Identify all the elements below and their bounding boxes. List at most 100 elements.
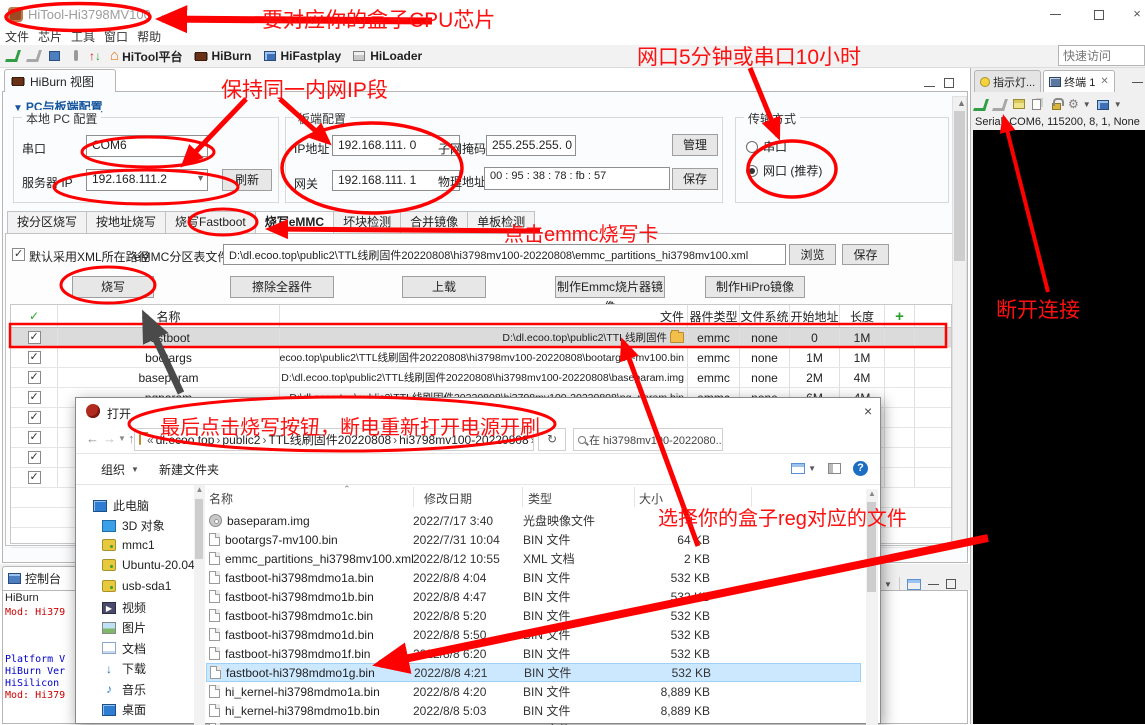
serial-port-select[interactable]: COM6▼ (86, 135, 208, 157)
sidebar-item-此电脑[interactable]: 此电脑 (93, 497, 149, 514)
tab-烧写Fastboot[interactable]: 烧写Fastboot (166, 211, 256, 234)
minimize-button[interactable] (1042, 4, 1068, 24)
mask-input[interactable]: 255.255.255. 0 (486, 135, 576, 156)
sidebar-item-音乐[interactable]: ♪音乐 (102, 681, 146, 698)
row-checkbox[interactable] (28, 391, 41, 404)
preview-pane-icon[interactable] (828, 463, 841, 474)
make-emmc-image-button[interactable]: 制作Emmc烧片器镜像 (555, 276, 665, 298)
console-menu-caret-icon[interactable]: ▼ (884, 580, 892, 589)
table-row[interactable]: baseparamD:\dl.ecoo.top\public2\TTL线刷固件2… (11, 368, 951, 388)
breadcrumb-item-0[interactable]: dl.ecoo.top (156, 433, 215, 447)
sidebar-item-文档[interactable]: 文档 (102, 640, 146, 657)
radio-serial[interactable]: 串口 (746, 138, 787, 155)
table-row[interactable]: fastbootD:\dl.ecoo.top\public2\TTL线刷固件em… (11, 328, 951, 348)
connect-icon[interactable] (5, 48, 21, 64)
close-button[interactable]: × (1124, 4, 1145, 24)
breadcrumb-item-3[interactable]: hi3798mv100-20220808 (399, 433, 528, 447)
upload-button[interactable]: 上载 (402, 276, 486, 298)
breadcrumb-item-2[interactable]: TTL线刷固件20220808 (268, 433, 391, 447)
burn-button[interactable]: 烧写 (72, 276, 154, 298)
make-hipro-image-button[interactable]: 制作HiPro镜像 (705, 276, 805, 298)
column-name[interactable]: 名称 (209, 490, 233, 507)
server-ip-select[interactable]: 192.168.111.2▼ (86, 169, 208, 191)
console-minimize-icon[interactable] (928, 584, 939, 585)
sidebar-item-桌面[interactable]: 桌面 (102, 701, 146, 718)
tab-烧写eMMC[interactable]: 烧写eMMC (256, 211, 334, 234)
file-row[interactable]: fastboot-hi3798mdmo1b.bin2022/8/8 4:47BI… (206, 587, 861, 606)
dialog-close-icon[interactable]: × (864, 403, 872, 419)
terminal-disconnect-icon[interactable] (992, 97, 1007, 112)
terminal-settings-icon[interactable]: ⚙ (1068, 97, 1079, 111)
board-save-button[interactable]: 保存 (672, 168, 718, 190)
row-checkbox[interactable] (28, 331, 41, 344)
radio-network[interactable]: 网口 (推荐) (746, 162, 822, 179)
mac-input[interactable]: 00 : 95 : 38 : 78 : fb : 57 (484, 167, 670, 190)
column-size[interactable]: 大小 (639, 490, 663, 507)
sidebar-item-下载[interactable]: ↓下载 (102, 660, 146, 677)
row-checkbox[interactable] (28, 371, 41, 384)
terminal-screen[interactable] (973, 130, 1145, 724)
tab-按地址烧写[interactable]: 按地址烧写 (87, 211, 166, 234)
toolbar-app-3[interactable]: HiLoader (351, 48, 422, 64)
table-row[interactable]: bootargsD:\dl.ecoo.top\public2\TTL线刷固件20… (11, 348, 951, 368)
back-icon[interactable]: ← (86, 431, 99, 446)
file-row[interactable]: hi_kernel-hi3798mdmo1a.bin2022/8/8 4:20B… (206, 682, 861, 701)
console-maximize-icon[interactable] (946, 579, 956, 589)
sidebar-item-mmc1[interactable]: mmc1 (102, 538, 155, 552)
terminal-properties-icon[interactable] (1011, 97, 1026, 112)
address-bar[interactable]: «dl.ecoo.top›public2›TTL线刷固件20220808›hi3… (134, 428, 534, 451)
refresh-button[interactable]: 刷新 (222, 169, 272, 191)
tab-按分区烧写[interactable]: 按分区烧写 (7, 211, 87, 234)
sidebar-item-视频[interactable]: ▶视频 (102, 599, 146, 616)
disconnect-icon[interactable] (26, 48, 42, 64)
file-list-scrollbar[interactable]: ▲ (866, 489, 878, 725)
package-icon[interactable] (47, 48, 63, 64)
tab-console[interactable]: 控制台 (2, 566, 80, 590)
menu-item-4[interactable]: 帮助 (137, 28, 161, 45)
new-terminal-icon[interactable] (1095, 97, 1110, 112)
dialog-search-box[interactable]: 在 hi3798mv100-2022080... (573, 428, 723, 451)
panel-minimize-icon[interactable] (1132, 70, 1145, 82)
file-row[interactable]: bootargs7-mv100.bin2022/7/31 10:04BIN 文件… (206, 530, 861, 549)
view-maximize-icon[interactable] (944, 74, 958, 86)
toolbar-app-1[interactable]: HiBurn (193, 48, 252, 64)
partition-table-path-input[interactable]: D:\dl.ecoo.top\public2\TTL线刷固件20220808\h… (223, 244, 786, 265)
file-row[interactable]: hi_kernel-hi3798mdmo1c.bin2022/8/8 5:27B… (206, 720, 861, 725)
file-row[interactable]: baseparam.img2022/7/17 3:40光盘映像文件 (206, 511, 861, 530)
toolbar-app-2[interactable]: HiFastplay (262, 48, 342, 64)
menu-item-0[interactable]: 文件 (5, 28, 29, 45)
file-row[interactable]: fastboot-hi3798mdmo1f.bin2022/8/8 6:20BI… (206, 644, 861, 663)
sidebar-item-图片[interactable]: 图片 (102, 619, 146, 636)
view-minimize-icon[interactable] (924, 74, 938, 86)
vertical-scrollbar[interactable]: ▲ (952, 96, 967, 546)
tab-indicator-lights[interactable]: 指示灯... (974, 70, 1041, 92)
menu-item-1[interactable]: 芯片 (38, 28, 62, 45)
terminal-tab-close-icon[interactable]: ✕ (1100, 76, 1108, 87)
xml-save-button[interactable]: 保存 (842, 244, 889, 265)
console-open-view-icon[interactable] (907, 579, 921, 590)
tab-合并镜像[interactable]: 合并镜像 (401, 211, 468, 234)
terminal-scroll-lock-icon[interactable] (1049, 97, 1064, 112)
refresh-icon[interactable]: ↻ (538, 428, 566, 451)
file-row[interactable]: fastboot-hi3798mdmo1c.bin2022/8/8 5:20BI… (206, 606, 861, 625)
row-checkbox[interactable] (28, 471, 41, 484)
row-checkbox[interactable] (28, 411, 41, 424)
file-row[interactable]: hi_kernel-hi3798mdmo1b.bin2022/8/8 5:03B… (206, 701, 861, 720)
toolbar-app-0[interactable]: ⌂HiTool平台 (110, 48, 183, 65)
forward-icon[interactable]: → (103, 431, 116, 446)
file-row[interactable]: fastboot-hi3798mdmo1d.bin2022/8/8 5:50BI… (206, 625, 861, 644)
row-checkbox[interactable] (28, 451, 41, 464)
browse-folder-icon[interactable] (670, 332, 684, 343)
breadcrumb-item-1[interactable]: public2 (222, 433, 260, 447)
menu-item-2[interactable]: 工具 (71, 28, 95, 45)
xml-path-checkbox[interactable] (12, 248, 25, 261)
view-mode-icon[interactable] (791, 463, 805, 474)
transfer-icon[interactable]: ↑↓ (89, 48, 105, 64)
tab-hiburn-view[interactable]: HiBurn 视图 (4, 69, 116, 92)
manage-button[interactable]: 管理 (672, 134, 718, 156)
menu-item-3[interactable]: 窗口 (104, 28, 128, 45)
organize-button[interactable]: 组织 (101, 461, 125, 478)
file-row[interactable]: fastboot-hi3798mdmo1g.bin2022/8/8 4:21BI… (206, 663, 861, 682)
row-checkbox[interactable] (28, 431, 41, 444)
history-caret-icon[interactable]: ▼ (118, 434, 126, 443)
